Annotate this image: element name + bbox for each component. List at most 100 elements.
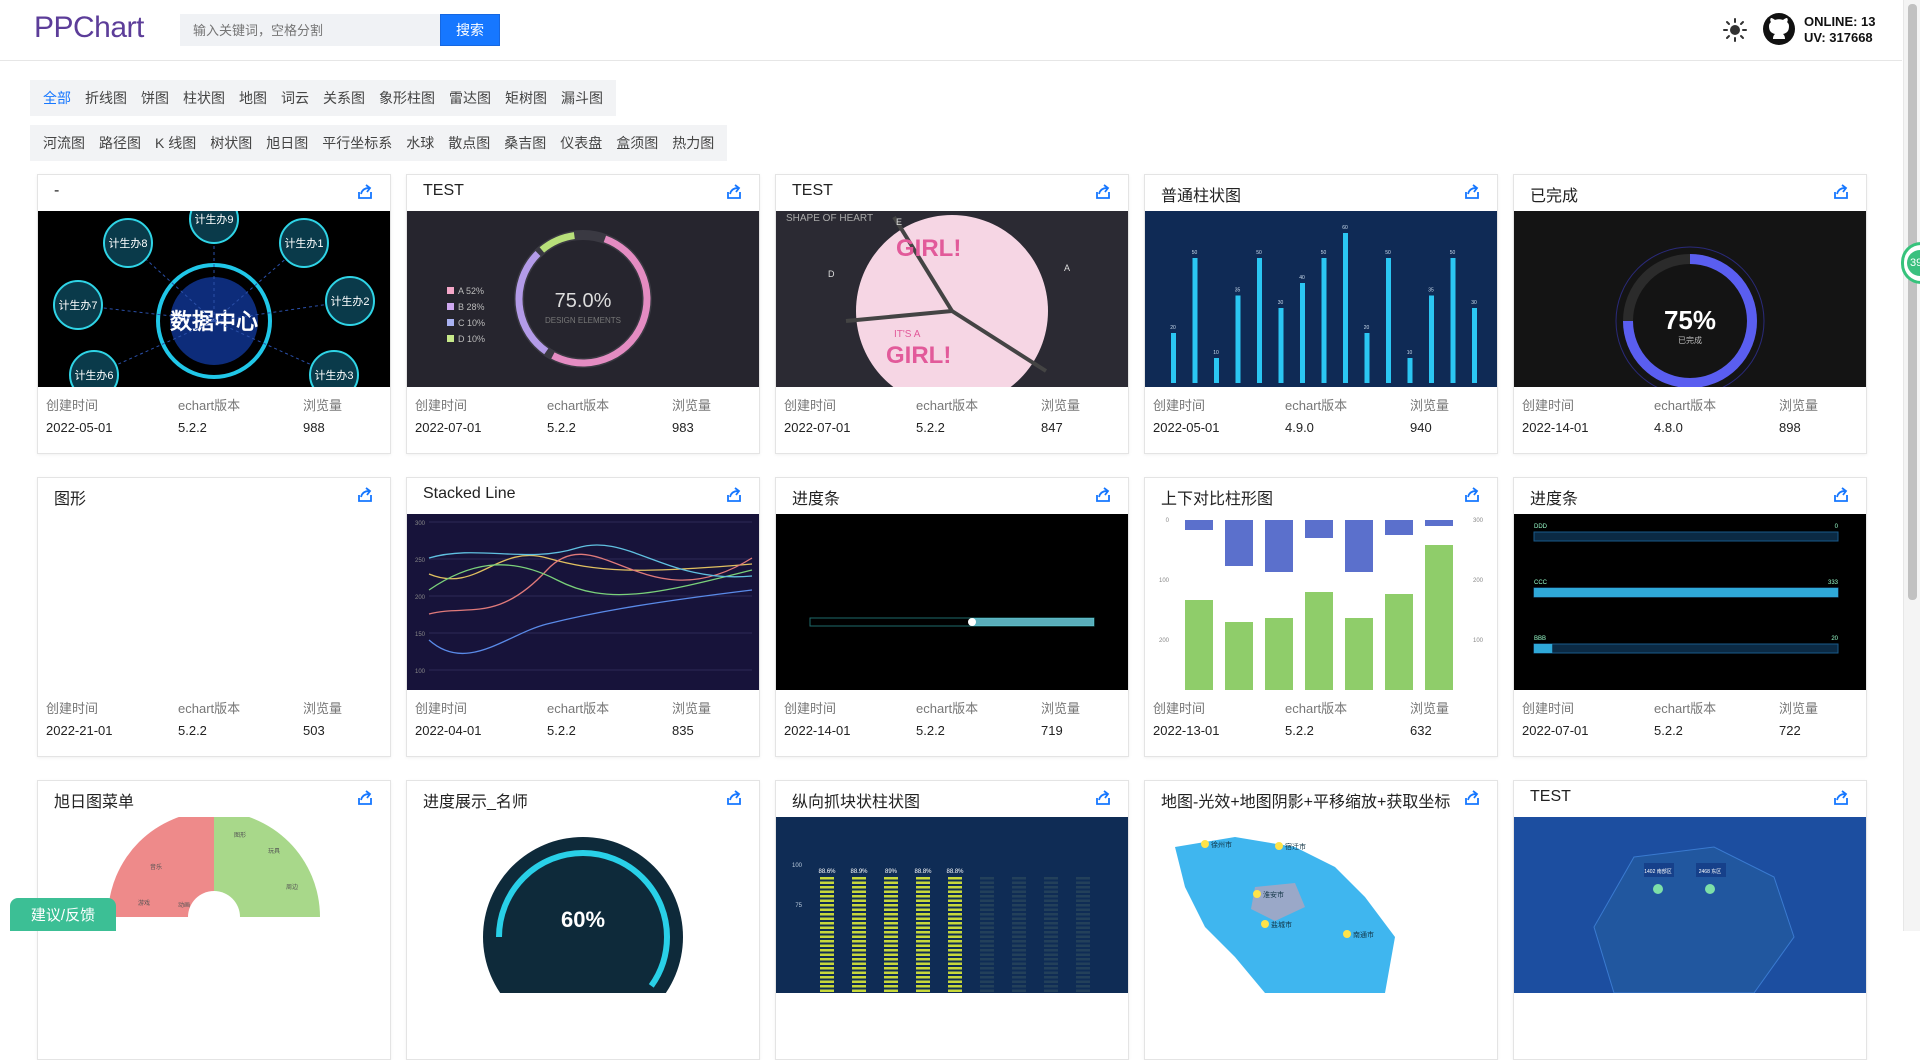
bar-block: [1012, 926, 1026, 929]
card-title[interactable]: 进度条: [1530, 485, 1830, 509]
chart-card[interactable]: 纵向抓块状柱状图1007588.6%88.9%89%88.8%88.8%创建时间…: [775, 780, 1129, 1060]
share-icon[interactable]: [725, 183, 743, 201]
chart-thumbnail[interactable]: 徐州市 宿迁市 淮安市 盐城市 南通市: [1145, 817, 1497, 993]
card-title[interactable]: 进度条: [792, 485, 1092, 509]
chart-thumbnail[interactable]: 20 50 10 35 50 30 40 50 60 20 50 10 35 50 30: [1145, 211, 1497, 387]
chart-thumbnail[interactable]: [38, 514, 390, 690]
chart-thumbnail[interactable]: 0 100 200 300 200 100: [1145, 514, 1497, 690]
tab-tabs_row2-10[interactable]: 盒须图: [609, 125, 665, 161]
card-title[interactable]: 纵向抓块状柱状图: [792, 788, 1092, 812]
map-label: 淮安市: [1263, 890, 1284, 899]
tab-tabs_row2-8[interactable]: 桑吉图: [497, 125, 553, 161]
version-value: 5.2.2: [1654, 723, 1683, 738]
chart-card[interactable]: 上下对比柱形图 0 100 200 300 200 100 创建时间 echart版本 浏览量 20…: [1144, 477, 1498, 757]
tab-tabs_row2-1[interactable]: 路径图: [92, 125, 148, 161]
card-title[interactable]: TEST: [1530, 788, 1830, 806]
bar-block: [852, 949, 866, 952]
share-icon[interactable]: [1463, 789, 1481, 807]
bar-block: [1012, 944, 1026, 947]
card-title[interactable]: 旭日图菜单: [54, 788, 354, 812]
chart-thumbnail[interactable]: 100 75 88.6% 88.9% 89% 88.8% 88.8%: [776, 817, 1128, 993]
tab-tabs_row2-0[interactable]: 河流图: [36, 125, 92, 161]
chart-thumbnail[interactable]: DDD 0 CCC 333 BBB 20: [1514, 514, 1866, 690]
chart-card[interactable]: TEST SHAPE OF HEART GIRL! IT'S A GIRL! E D A 创建时…: [775, 174, 1129, 454]
chart-card[interactable]: Stacked Line 300 250 200 150 100 创建时间 echart版本 浏…: [406, 477, 760, 757]
share-icon[interactable]: [1463, 183, 1481, 201]
card-title[interactable]: 普通柱状图: [1161, 182, 1461, 206]
tab-tabs_row1-2[interactable]: 饼图: [134, 80, 176, 116]
card-title[interactable]: 地图-光效+地图阴影+平移缩放+获取坐标: [1161, 788, 1461, 812]
card-title[interactable]: -: [54, 182, 354, 200]
share-icon[interactable]: [1832, 486, 1850, 504]
share-icon[interactable]: [356, 789, 374, 807]
bar-block: [820, 917, 834, 920]
tab-tabs_row1-4[interactable]: 地图: [232, 80, 274, 116]
card-title[interactable]: 进度展示_名师: [423, 788, 723, 812]
card-title[interactable]: TEST: [792, 182, 1092, 200]
bar-block: [1012, 953, 1026, 956]
tab-tabs_row1-9[interactable]: 矩树图: [498, 80, 554, 116]
share-icon[interactable]: [1832, 789, 1850, 807]
search-input[interactable]: [180, 14, 440, 46]
chart-thumbnail[interactable]: 75% 已完成: [1514, 211, 1866, 387]
tab-tabs_row1-0[interactable]: 全部: [36, 80, 78, 116]
share-icon[interactable]: [1832, 183, 1850, 201]
tab-tabs_row1-10[interactable]: 漏斗图: [554, 80, 610, 116]
card-title[interactable]: 上下对比柱形图: [1161, 485, 1461, 509]
chart-thumbnail[interactable]: [776, 514, 1128, 690]
tab-tabs_row1-1[interactable]: 折线图: [78, 80, 134, 116]
card-title[interactable]: 图形: [54, 485, 354, 509]
views-value: 940: [1410, 420, 1432, 435]
card-title[interactable]: Stacked Line: [423, 485, 723, 503]
tab-tabs_row2-5[interactable]: 平行坐标系: [315, 125, 399, 161]
share-icon[interactable]: [1463, 486, 1481, 504]
chart-card[interactable]: TEST 75.0% DESIGN ELEMENTS A 52% B 28% C 10% D…: [406, 174, 760, 454]
scroll-thumb[interactable]: [1908, 4, 1917, 600]
tab-tabs_row1-3[interactable]: 柱状图: [176, 80, 232, 116]
tab-tabs_row2-6[interactable]: 水球: [399, 125, 441, 161]
tab-tabs_row2-4[interactable]: 旭日图: [259, 125, 315, 161]
tab-tabs_row1-5[interactable]: 词云: [274, 80, 316, 116]
logo[interactable]: PPChart: [34, 11, 144, 45]
share-icon[interactable]: [725, 789, 743, 807]
chart-card[interactable]: 进度展示_名师60%创建时间echart版本浏览量: [406, 780, 760, 1060]
share-icon[interactable]: [1094, 486, 1112, 504]
share-icon[interactable]: [725, 486, 743, 504]
chart-card[interactable]: 图形 创建时间 echart版本 浏览量 2022-21-01 5.2.2 503: [37, 477, 391, 757]
chart-card[interactable]: 地图-光效+地图阴影+平移缩放+获取坐标徐州市宿迁市淮安市盐城市南通市创建时间e…: [1144, 780, 1498, 1060]
chart-card[interactable]: 进度条 创建时间 echart版本 浏览量 2022-14-01 5.2.2 719: [775, 477, 1129, 757]
feedback-button[interactable]: 建议/反馈: [10, 898, 116, 931]
card-title[interactable]: 已完成: [1530, 182, 1830, 206]
heart-text: GIRL!: [886, 342, 951, 369]
chart-thumbnail[interactable]: 1402 南部区 2468 东区: [1514, 817, 1866, 993]
chart-thumbnail[interactable]: 60%: [407, 817, 759, 993]
chart-thumbnail[interactable]: 300 250 200 150 100: [407, 514, 759, 690]
tab-tabs_row2-11[interactable]: 热力图: [665, 125, 721, 161]
tab-tabs_row2-2[interactable]: K 线图: [148, 125, 203, 161]
scrollbar[interactable]: [1903, 0, 1920, 931]
sun-icon[interactable]: [1722, 17, 1748, 43]
chart-card[interactable]: TEST1402 南部区2468 东区创建时间echart版本浏览量: [1513, 780, 1867, 1060]
chart-card[interactable]: 进度条 DDD 0 CCC 333 BBB 20 创建时间 echart版本 浏览量 2022-07…: [1513, 477, 1867, 757]
share-icon[interactable]: [1094, 183, 1112, 201]
marker-label: 1402 南部区: [1644, 868, 1672, 875]
share-icon[interactable]: [1094, 789, 1112, 807]
tab-tabs_row2-9[interactable]: 仪表盘: [553, 125, 609, 161]
share-icon[interactable]: [356, 183, 374, 201]
github-icon[interactable]: [1762, 12, 1796, 46]
views-label: 浏览量: [672, 398, 712, 413]
tab-tabs_row1-6[interactable]: 关系图: [316, 80, 372, 116]
tab-tabs_row1-8[interactable]: 雷达图: [442, 80, 498, 116]
chart-card[interactable]: 普通柱状图 20 50 10 35 50 30 40 50 60 20 50 10 35 50 30 创建时间 e…: [1144, 174, 1498, 454]
search-button[interactable]: 搜索: [440, 14, 500, 46]
chart-thumbnail[interactable]: 数据中心计生办9计生办1计生办2计生办3计生办6计生办7计生办8: [38, 211, 390, 387]
card-title[interactable]: TEST: [423, 182, 723, 200]
share-icon[interactable]: [356, 486, 374, 504]
tab-tabs_row1-7[interactable]: 象形柱图: [372, 80, 442, 116]
chart-card[interactable]: 已完成 75% 已完成 创建时间 echart版本 浏览量 2022-14-01 4.8.0 8…: [1513, 174, 1867, 454]
chart-thumbnail[interactable]: 75.0% DESIGN ELEMENTS A 52% B 28% C 10% D 10%: [407, 211, 759, 387]
chart-card[interactable]: -数据中心计生办9计生办1计生办2计生办3计生办6计生办7计生办8创建时间ech…: [37, 174, 391, 454]
chart-thumbnail[interactable]: SHAPE OF HEART GIRL! IT'S A GIRL! E D A: [776, 211, 1128, 387]
tab-tabs_row2-3[interactable]: 树状图: [203, 125, 259, 161]
tab-tabs_row2-7[interactable]: 散点图: [441, 125, 497, 161]
